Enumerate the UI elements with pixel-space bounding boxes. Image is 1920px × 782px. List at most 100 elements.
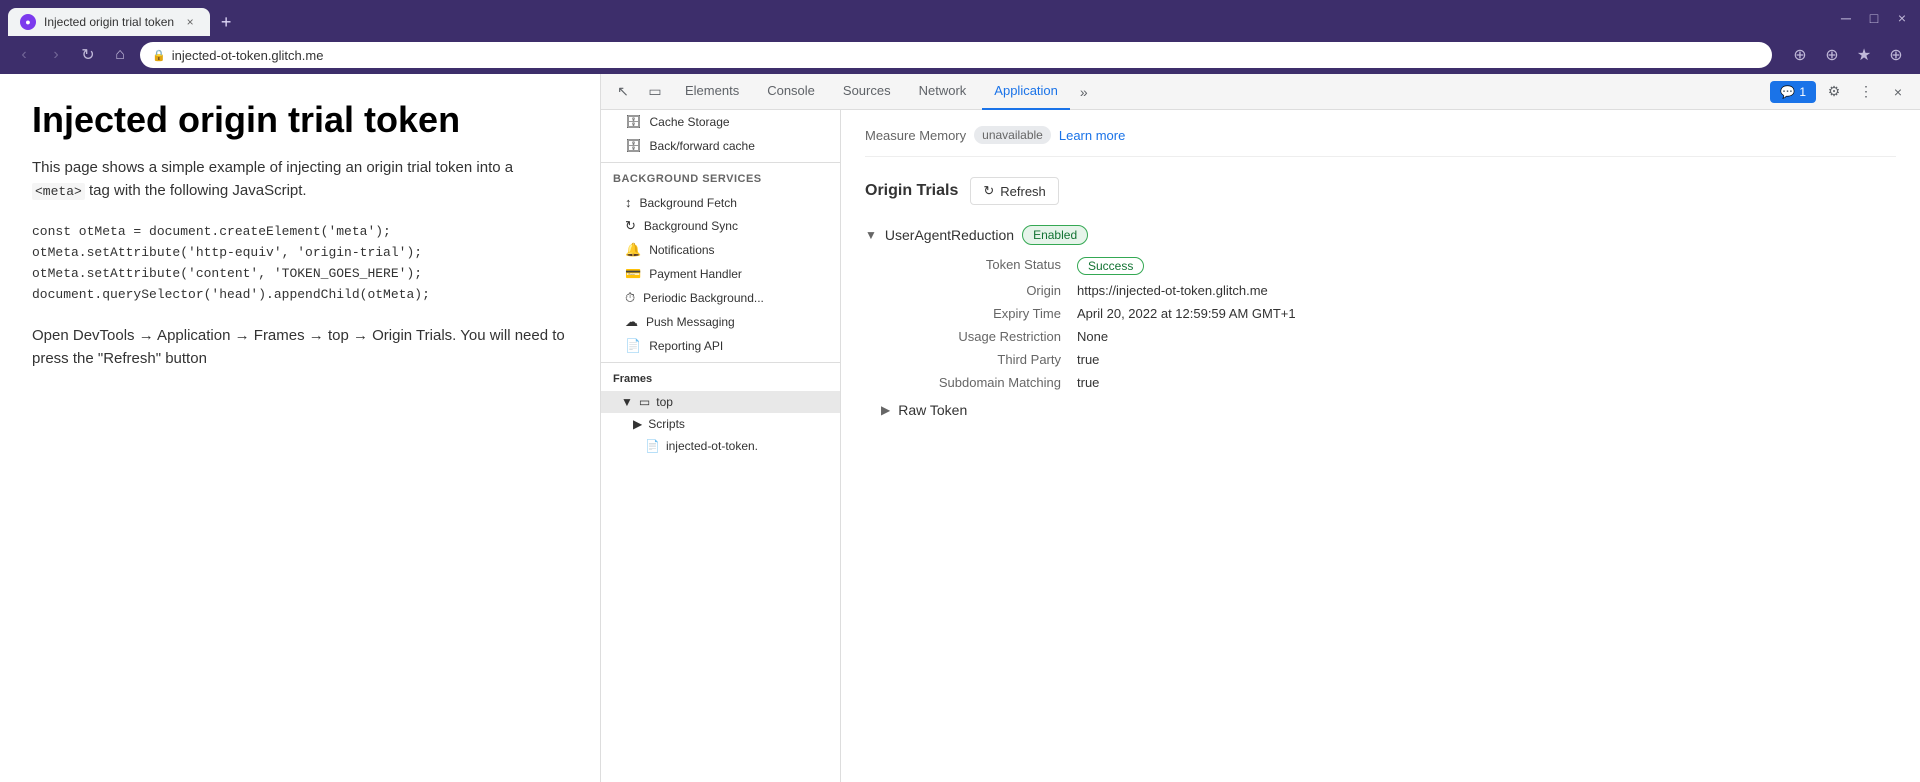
unavailable-badge: unavailable xyxy=(974,126,1051,144)
extension-button[interactable]: ⊕ xyxy=(1884,43,1908,67)
home-button[interactable]: ⌂ xyxy=(108,43,132,67)
token-status-value: Success xyxy=(1077,257,1896,275)
frame-file-item[interactable]: 📄 injected-ot-token. xyxy=(601,435,840,457)
tab-title: Injected origin trial token xyxy=(44,15,174,29)
cursor-tool-button[interactable]: ↖ xyxy=(609,78,637,106)
sidebar-item-bg-fetch[interactable]: ↕ Background Fetch xyxy=(601,191,840,214)
refresh-button[interactable]: ↻ Refresh xyxy=(970,177,1058,205)
browser-actions: ⊕ ⊕ ★ ⊕ xyxy=(1788,43,1908,67)
clock-icon: ⏱ xyxy=(625,290,635,306)
more-tabs-button[interactable]: » xyxy=(1074,74,1094,110)
devtools-panel: ↖ ▭ Elements Console Sources Network App… xyxy=(600,74,1920,782)
origin-label: Origin xyxy=(881,283,1061,298)
success-badge: Success xyxy=(1077,257,1144,275)
chat-button[interactable]: 💬 1 xyxy=(1770,81,1816,103)
usage-restriction-label: Usage Restriction xyxy=(881,329,1061,344)
tab-application[interactable]: Application xyxy=(982,74,1070,110)
frame-collapse-icon: ▼ xyxy=(621,395,633,409)
sidebar-item-bfcache[interactable]: 🗄 Back/forward cache xyxy=(601,134,840,158)
divider-2 xyxy=(601,362,840,363)
main-panel: Measure Memory unavailable Learn more Or… xyxy=(841,110,1920,782)
raw-token-label: Raw Token xyxy=(898,402,967,418)
origin-trials-title: Origin Trials xyxy=(865,182,958,200)
sync-icon: ↻ xyxy=(625,218,636,234)
origin-value: https://injected-ot-token.glitch.me xyxy=(1077,283,1896,298)
share-button[interactable]: ⊕ xyxy=(1820,43,1844,67)
sidebar-item-periodic-bg[interactable]: ⏱ Periodic Background... xyxy=(601,286,840,310)
sidebar-item-push[interactable]: ☁ Push Messaging xyxy=(601,310,840,334)
raw-token-row[interactable]: ▶ Raw Token xyxy=(881,402,1896,418)
database-icon: 🗄 xyxy=(625,114,642,130)
tab-sources[interactable]: Sources xyxy=(831,74,903,110)
usage-restriction-value: None xyxy=(1077,329,1896,344)
database-icon-2: 🗄 xyxy=(625,138,642,154)
code-line-3: otMeta.setAttribute('content', 'TOKEN_GO… xyxy=(32,264,568,285)
page-title: Injected origin trial token xyxy=(32,98,568,141)
browser-tab[interactable]: ● Injected origin trial token × xyxy=(8,8,210,36)
sidebar-label-payment: Payment Handler xyxy=(649,267,742,281)
devtools-sidebar: 🗄 Cache Storage 🗄 Back/forward cache Bac… xyxy=(601,110,841,782)
browser-window: ● Injected origin trial token × + ─ □ × … xyxy=(0,0,1920,782)
sidebar-label-reporting: Reporting API xyxy=(649,339,723,353)
frame-top-item[interactable]: ▼ ▭ top xyxy=(601,391,840,413)
measure-memory-label: Measure Memory xyxy=(865,128,966,143)
tab-favicon: ● xyxy=(20,14,36,30)
sidebar-item-bg-sync[interactable]: ↻ Background Sync xyxy=(601,214,840,238)
bookmark-button[interactable]: ★ xyxy=(1852,43,1876,67)
close-devtools-button[interactable]: × xyxy=(1884,78,1912,106)
close-window-button[interactable]: × xyxy=(1892,8,1912,28)
description-text-1: This page shows a simple example of inje… xyxy=(32,159,513,176)
sidebar-label-bg-fetch: Background Fetch xyxy=(640,196,737,210)
trial-name: UserAgentReduction xyxy=(885,227,1014,243)
url-bar[interactable]: 🔒 injected-ot-token.glitch.me xyxy=(140,42,1772,68)
frames-header: Frames xyxy=(601,367,840,391)
origin-trials-header: Origin Trials ↻ Refresh xyxy=(865,177,1896,205)
tab-network[interactable]: Network xyxy=(907,74,979,110)
bg-services-header: Background Services xyxy=(601,167,840,191)
zoom-button[interactable]: ⊕ xyxy=(1788,43,1812,67)
code-line-4: document.querySelector('head').appendChi… xyxy=(32,285,568,306)
subdomain-label: Subdomain Matching xyxy=(881,375,1061,390)
toolbar-right: 💬 1 ⚙ ⋮ × xyxy=(1770,78,1912,106)
window-controls: ─ □ × xyxy=(1836,8,1912,28)
device-emulation-button[interactable]: ▭ xyxy=(641,78,669,106)
address-bar: ‹ › ↻ ⌂ 🔒 injected-ot-token.glitch.me ⊕ … xyxy=(0,36,1920,74)
title-bar: ● Injected origin trial token × + ─ □ × xyxy=(0,0,1920,36)
trial-details-grid: Token Status Success Origin https://inje… xyxy=(881,257,1896,390)
description-text-2: tag with the following JavaScript. xyxy=(89,182,307,199)
refresh-nav-button[interactable]: ↻ xyxy=(76,43,100,67)
minimize-button[interactable]: ─ xyxy=(1836,8,1856,28)
tab-elements[interactable]: Elements xyxy=(673,74,751,110)
url-text: injected-ot-token.glitch.me xyxy=(172,48,324,63)
settings-button[interactable]: ⚙ xyxy=(1820,78,1848,106)
tab-close-btn[interactable]: × xyxy=(182,14,198,30)
sidebar-label-bg-sync: Background Sync xyxy=(644,219,738,233)
sidebar-item-notifications[interactable]: 🔔 Notifications xyxy=(601,238,840,262)
tab-strip: ● Injected origin trial token × + xyxy=(8,0,1828,36)
back-button[interactable]: ‹ xyxy=(12,43,36,67)
tab-console[interactable]: Console xyxy=(755,74,827,110)
sidebar-label-notifications: Notifications xyxy=(649,243,714,257)
sidebar-item-reporting[interactable]: 📄 Reporting API xyxy=(601,334,840,358)
scripts-label: Scripts xyxy=(648,417,685,431)
page-description: This page shows a simple example of inje… xyxy=(32,157,568,202)
new-tab-button[interactable]: + xyxy=(212,8,240,36)
file-icon: 📄 xyxy=(645,439,660,453)
maximize-button[interactable]: □ xyxy=(1864,8,1884,28)
payment-icon: 💳 xyxy=(625,266,641,282)
forward-button[interactable]: › xyxy=(44,43,68,67)
raw-token-expand-icon: ▶ xyxy=(881,403,890,417)
chat-icon: 💬 xyxy=(1780,85,1795,99)
measure-memory-row: Measure Memory unavailable Learn more xyxy=(865,126,1896,157)
sidebar-item-cache-storage[interactable]: 🗄 Cache Storage xyxy=(601,110,840,134)
sidebar-label-bfcache: Back/forward cache xyxy=(650,139,755,153)
frame-scripts-item[interactable]: ▶ Scripts xyxy=(601,413,840,435)
bell-icon: 🔔 xyxy=(625,242,641,258)
subdomain-value: true xyxy=(1077,375,1896,390)
sidebar-item-payment-handler[interactable]: 💳 Payment Handler xyxy=(601,262,840,286)
trial-toggle[interactable]: ▼ xyxy=(865,228,877,242)
code-line-1: const otMeta = document.createElement('m… xyxy=(32,222,568,243)
sidebar-label-periodic-bg: Periodic Background... xyxy=(643,291,764,305)
learn-more-link[interactable]: Learn more xyxy=(1059,128,1125,143)
more-options-button[interactable]: ⋮ xyxy=(1852,78,1880,106)
